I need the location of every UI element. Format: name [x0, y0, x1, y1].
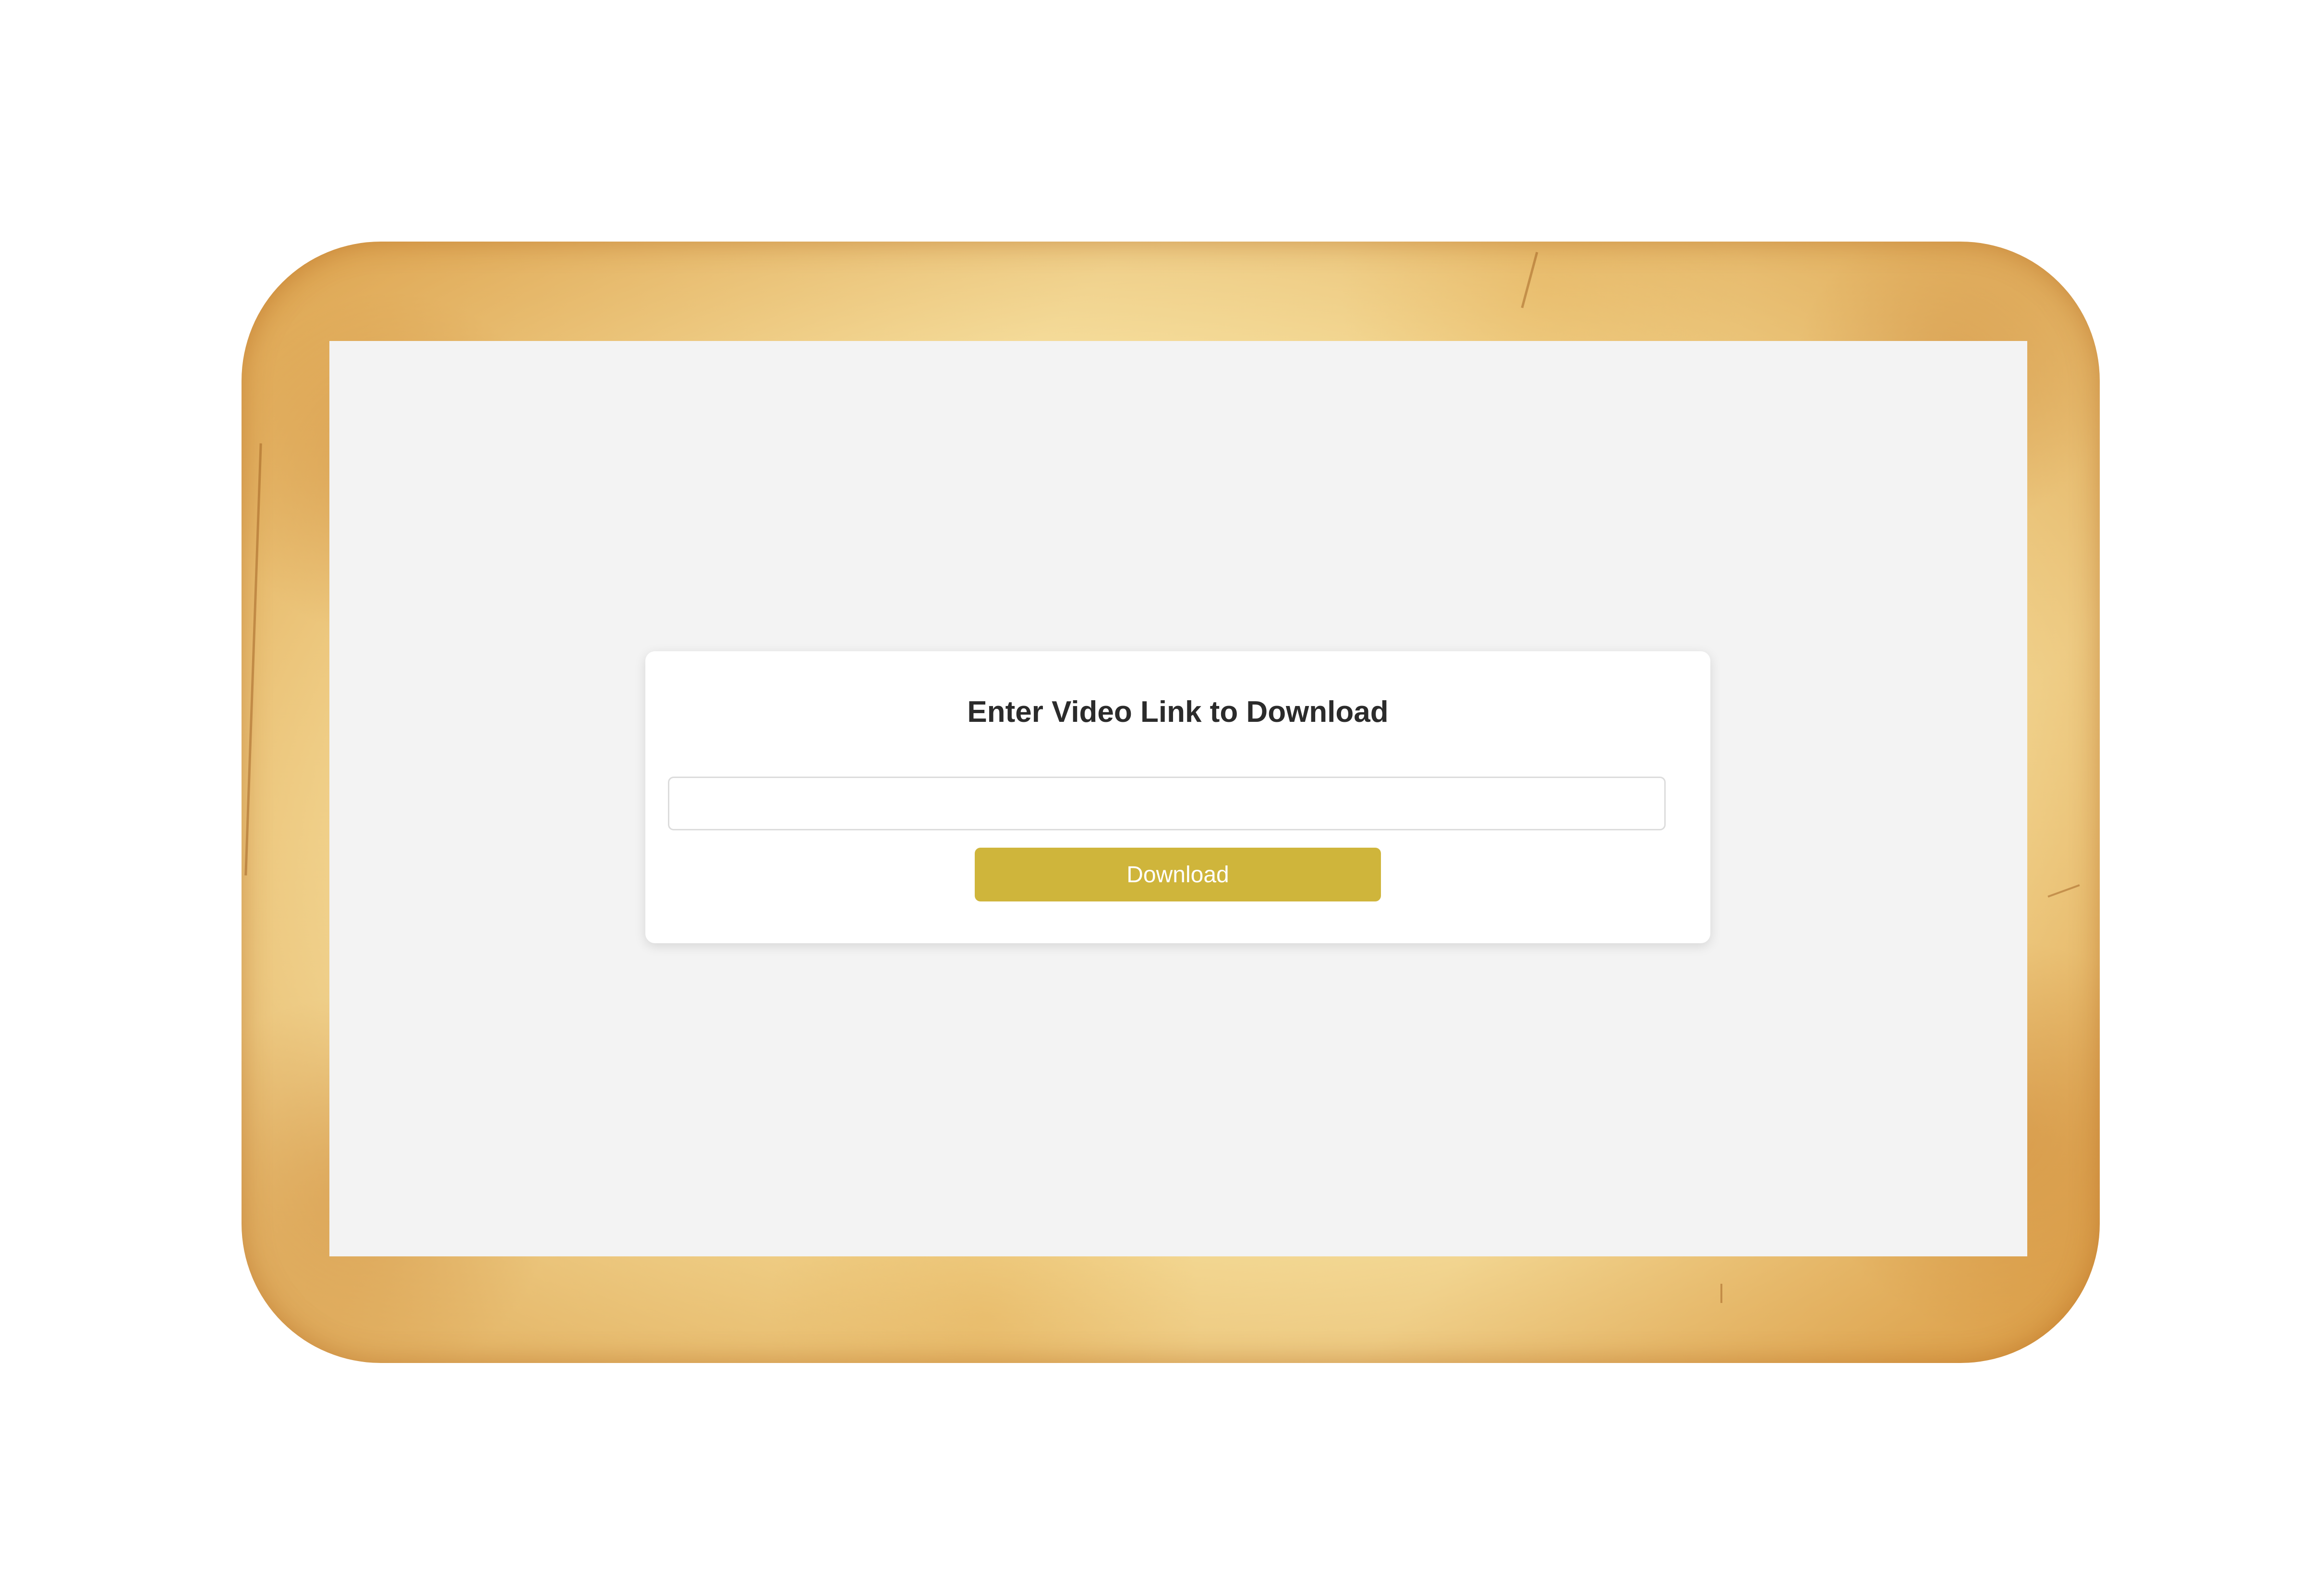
download-form-card: Enter Video Link to Download Download: [645, 651, 1710, 943]
download-button[interactable]: Download: [975, 848, 1381, 901]
parchment-crack: [1521, 252, 1538, 308]
parchment-crack: [1720, 1284, 1722, 1303]
video-link-input[interactable]: [668, 777, 1666, 830]
form-title: Enter Video Link to Download: [967, 695, 1389, 729]
page: Enter Video Link to Download Download: [0, 0, 2324, 1594]
parchment-crack: [244, 443, 262, 876]
parchment-crack: [2047, 884, 2080, 898]
